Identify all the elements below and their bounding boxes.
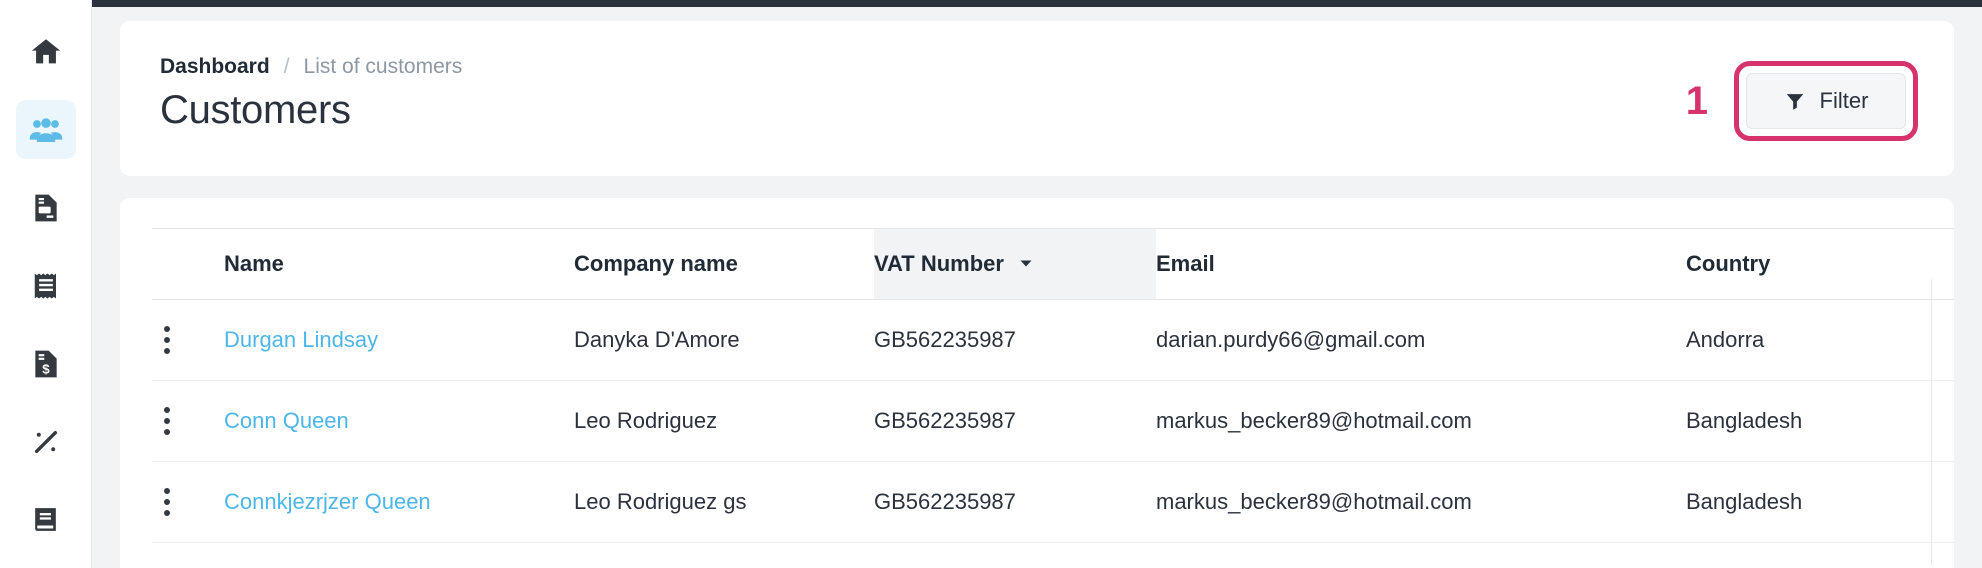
page-header-card: Dashboard / List of customers Customers … [120,21,1954,176]
invoice-doc-icon: $ [30,348,62,380]
browser-top-strip [92,0,1982,7]
filter-button-label: Filter [1820,88,1869,114]
app-root: $ [0,0,1982,568]
table-head: Name Company name VAT Number [152,229,1954,300]
cell-vat: GB562235987 [874,462,1156,543]
row-menu-cell[interactable] [152,300,224,381]
kebab-menu-icon[interactable] [152,488,182,516]
row-menu-cell[interactable] [152,462,224,543]
customers-table: Name Company name VAT Number [152,228,1954,543]
sidebar-item-customers[interactable] [16,100,76,159]
cell-vat: GB562235987 [874,381,1156,462]
cell-email: darian.purdy66@gmail.com [1156,300,1686,381]
breadcrumb-separator: / [284,55,290,79]
breadcrumb-root[interactable]: Dashboard [160,55,270,79]
breadcrumb-current: List of customers [304,55,463,79]
column-header-email-label: Email [1156,251,1215,276]
quote-doc-icon [30,192,62,224]
sidebar-item-dashboard[interactable] [16,22,76,81]
customer-name-link[interactable]: Durgan Lindsay [224,327,378,352]
column-header-name[interactable]: Name [224,229,574,300]
percent-icon [30,426,62,458]
table-right-divider [1931,279,1932,565]
receipt-icon [31,270,61,302]
cell-vat: GB562235987 [874,300,1156,381]
table-body: Durgan Lindsay Danyka D'Amore GB56223598… [152,300,1954,543]
customer-name-link[interactable]: Connkjezrjzer Queen [224,489,431,514]
annotation-number: 1 [1686,81,1708,121]
cell-company: Leo Rodriguez gs [574,462,874,543]
column-header-menu [152,229,224,300]
annotation-highlight-box: Filter [1734,61,1918,141]
cell-country: Bangladesh [1686,381,1954,462]
cell-name: Durgan Lindsay [224,300,574,381]
svg-text:$: $ [42,361,50,376]
chevron-down-icon[interactable] [1018,251,1034,277]
table-header-row: Name Company name VAT Number [152,229,1954,300]
main-content: Dashboard / List of customers Customers … [92,7,1982,568]
kebab-menu-icon[interactable] [152,326,182,354]
kebab-menu-icon[interactable] [152,407,182,435]
table-row[interactable]: Durgan Lindsay Danyka D'Amore GB56223598… [152,300,1954,381]
cell-name: Connkjezrjzer Queen [224,462,574,543]
column-header-country[interactable]: Country [1686,229,1954,300]
column-header-vat-label: VAT Number [874,251,1004,277]
sidebar: $ [0,0,92,568]
page-title: Customers [160,87,1914,133]
cell-email: markus_becker89@hotmail.com [1156,462,1686,543]
filter-button[interactable]: Filter [1746,73,1906,129]
ledger-book-icon [30,504,61,535]
home-icon [29,35,63,69]
column-header-country-label: Country [1686,251,1770,276]
sidebar-item-taxes[interactable] [16,412,76,471]
funnel-icon [1784,90,1806,112]
cell-email: markus_becker89@hotmail.com [1156,381,1686,462]
column-header-vat[interactable]: VAT Number [874,229,1156,300]
row-menu-cell[interactable] [152,381,224,462]
sidebar-item-quotes[interactable] [16,178,76,237]
column-header-company[interactable]: Company name [574,229,874,300]
users-icon [28,112,64,148]
sidebar-item-receipts[interactable] [16,256,76,315]
sidebar-item-ledger[interactable] [16,490,76,549]
cell-name: Conn Queen [224,381,574,462]
column-header-name-label: Name [224,251,284,276]
column-header-email[interactable]: Email [1156,229,1686,300]
customers-table-card: Name Company name VAT Number [120,198,1954,568]
breadcrumb: Dashboard / List of customers [160,55,1914,79]
cell-country: Bangladesh [1686,462,1954,543]
cell-company: Danyka D'Amore [574,300,874,381]
sidebar-item-invoices[interactable]: $ [16,334,76,393]
cell-company: Leo Rodriguez [574,381,874,462]
filter-annotation-zone: 1 Filter [1686,61,1918,141]
table-row[interactable]: Connkjezrjzer Queen Leo Rodriguez gs GB5… [152,462,1954,543]
column-header-company-label: Company name [574,251,738,276]
cell-country: Andorra [1686,300,1954,381]
customer-name-link[interactable]: Conn Queen [224,408,349,433]
table-row[interactable]: Conn Queen Leo Rodriguez GB562235987 mar… [152,381,1954,462]
